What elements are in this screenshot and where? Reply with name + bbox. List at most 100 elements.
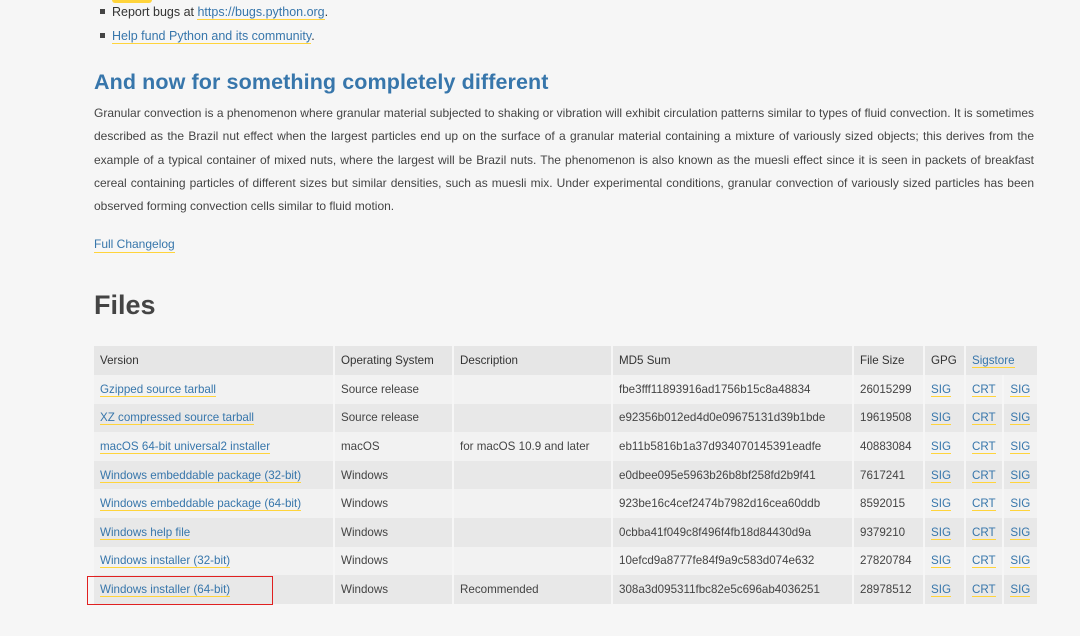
sigstore-crt-link[interactable]: CRT: [972, 439, 996, 454]
table-cell: macOS 64-bit universal2 installer: [94, 432, 335, 461]
file-size: 7617241: [860, 468, 906, 482]
table-cell: Windows embeddable package (64-bit): [94, 489, 335, 518]
table-cell: SIG: [1004, 517, 1039, 547]
file-version-link[interactable]: Windows help file: [100, 525, 191, 540]
file-version-link[interactable]: Windows embeddable package (32-bit): [100, 468, 302, 483]
table-cell: 8592015: [854, 489, 925, 518]
sigstore-crt-link[interactable]: CRT: [972, 554, 996, 569]
sigstore-link[interactable]: Sigstore: [972, 354, 1015, 368]
table-header-row: Version Operating System Description MD5…: [94, 346, 1039, 375]
table-row: XZ compressed source tarball Source relea…: [94, 403, 1039, 433]
fund-python-link[interactable]: Help fund Python and its community: [112, 29, 312, 44]
file-version-link[interactable]: macOS 64-bit universal2 installer: [100, 439, 271, 454]
table-row: Windows embeddable package (32-bit) Windo…: [94, 460, 1039, 490]
table-cell: CRT: [966, 460, 1005, 490]
sigstore-sig-link[interactable]: SIG: [1010, 525, 1031, 540]
table-cell: CRT: [966, 546, 1005, 576]
section-paragraph: Granular convection is a phenomenon wher…: [94, 106, 1034, 214]
header-file-size: File Size: [854, 346, 925, 375]
sigstore-crt-link[interactable]: CRT: [972, 411, 996, 426]
header-md5: MD5 Sum: [613, 346, 854, 375]
file-version-link[interactable]: Windows installer (64-bit): [100, 582, 231, 597]
table-row: Windows embeddable package (64-bit) Windo…: [94, 489, 1039, 518]
files-table: Version Operating System Description MD5…: [94, 346, 1039, 604]
table-cell: CRT: [966, 575, 1005, 604]
sigstore-crt-link[interactable]: CRT: [972, 525, 996, 540]
file-version-link[interactable]: Gzipped source tarball: [100, 382, 216, 397]
table-cell: Windows: [335, 489, 454, 518]
table-cell: [454, 403, 613, 433]
table-cell: SIG: [1004, 432, 1039, 461]
file-size: 9379210: [860, 525, 906, 539]
gpg-sig-link[interactable]: SIG: [931, 468, 951, 483]
files-table-body: Gzipped source tarball Source release fbe3…: [94, 375, 1039, 604]
sigstore-sig-link[interactable]: SIG: [1010, 497, 1031, 512]
table-cell: SIG: [925, 460, 966, 490]
sigstore-crt-link[interactable]: CRT: [972, 497, 996, 512]
sigstore-sig-link[interactable]: SIG: [1010, 554, 1031, 569]
header-sigstore: Sigstore: [966, 346, 1039, 375]
table-cell: Source release: [335, 375, 454, 404]
table-row: Windows help file Windows 0cbba41f049c8f49…: [94, 517, 1039, 547]
file-os: Windows: [341, 582, 389, 596]
sigstore-sig-link[interactable]: SIG: [1010, 468, 1031, 483]
file-md5: 10efcd9a8777fe84f9a9c583d074e632: [619, 554, 815, 568]
table-cell: Recommended: [454, 575, 613, 604]
table-row: Gzipped source tarball Source release fbe3…: [94, 375, 1039, 404]
table-cell: SIG: [1004, 460, 1039, 490]
list-item: Help fund Python and its community.: [100, 24, 328, 48]
file-size: 28978512: [860, 582, 912, 596]
table-cell: [454, 517, 613, 547]
gpg-sig-link[interactable]: SIG: [931, 525, 951, 540]
table-row: Windows installer (64-bit) Windows Recomme…: [94, 575, 1039, 604]
file-size: 8592015: [860, 497, 906, 511]
table-cell: SIG: [925, 375, 966, 404]
sigstore-sig-link[interactable]: SIG: [1010, 439, 1031, 454]
file-md5: 0cbba41f049c8f496f4fb18d84430d9a: [619, 525, 812, 539]
gpg-sig-link[interactable]: SIG: [931, 382, 951, 397]
table-cell: SIG: [1004, 546, 1039, 576]
table-cell: [454, 460, 613, 490]
table-cell: Windows: [335, 460, 454, 490]
table-cell: CRT: [966, 403, 1005, 433]
table-cell: SIG: [925, 517, 966, 547]
gpg-sig-link[interactable]: SIG: [931, 497, 951, 512]
file-size: 27820784: [860, 554, 912, 568]
file-os: Windows: [341, 497, 389, 511]
file-os: Windows: [341, 468, 389, 482]
file-os: Source release: [341, 382, 419, 396]
file-size: 19619508: [860, 411, 912, 425]
table-cell: CRT: [966, 375, 1005, 404]
file-size: 40883084: [860, 439, 912, 453]
full-changelog-link[interactable]: Full Changelog: [94, 236, 175, 253]
file-version-link[interactable]: Windows embeddable package (64-bit): [100, 497, 302, 512]
gpg-sig-link[interactable]: SIG: [931, 582, 951, 597]
sigstore-sig-link[interactable]: SIG: [1010, 382, 1031, 397]
sigstore-sig-link[interactable]: SIG: [1010, 411, 1031, 426]
info-bullet-list: Report bugs at https://bugs.python.org. …: [100, 0, 328, 48]
header-gpg: GPG: [925, 346, 966, 375]
file-md5: e0dbee095e5963b26b8bf258fd2b9f41: [619, 468, 816, 482]
sigstore-crt-link[interactable]: CRT: [972, 582, 996, 597]
python-release-page: Report bugs at https://bugs.python.org. …: [0, 0, 1080, 636]
bugs-link[interactable]: https://bugs.python.org: [197, 5, 325, 20]
table-cell: Windows embeddable package (32-bit): [94, 460, 335, 490]
header-os: Operating System: [335, 346, 454, 375]
sigstore-crt-link[interactable]: CRT: [972, 468, 996, 483]
table-cell: CRT: [966, 489, 1005, 518]
table-cell: Windows: [335, 575, 454, 604]
table-cell: 0cbba41f049c8f496f4fb18d84430d9a: [613, 517, 854, 547]
table-cell: SIG: [925, 432, 966, 461]
file-version-link[interactable]: Windows installer (32-bit): [100, 554, 231, 569]
file-version-link[interactable]: XZ compressed source tarball: [100, 411, 255, 426]
bullet-prefix: Report bugs at: [112, 5, 198, 19]
table-cell: SIG: [1004, 375, 1039, 404]
file-os: Windows: [341, 554, 389, 568]
file-os: macOS: [341, 439, 380, 453]
gpg-sig-link[interactable]: SIG: [931, 411, 951, 426]
gpg-sig-link[interactable]: SIG: [931, 439, 951, 454]
header-version: Version: [94, 346, 335, 375]
sigstore-sig-link[interactable]: SIG: [1010, 582, 1031, 597]
gpg-sig-link[interactable]: SIG: [931, 554, 951, 569]
sigstore-crt-link[interactable]: CRT: [972, 382, 996, 397]
